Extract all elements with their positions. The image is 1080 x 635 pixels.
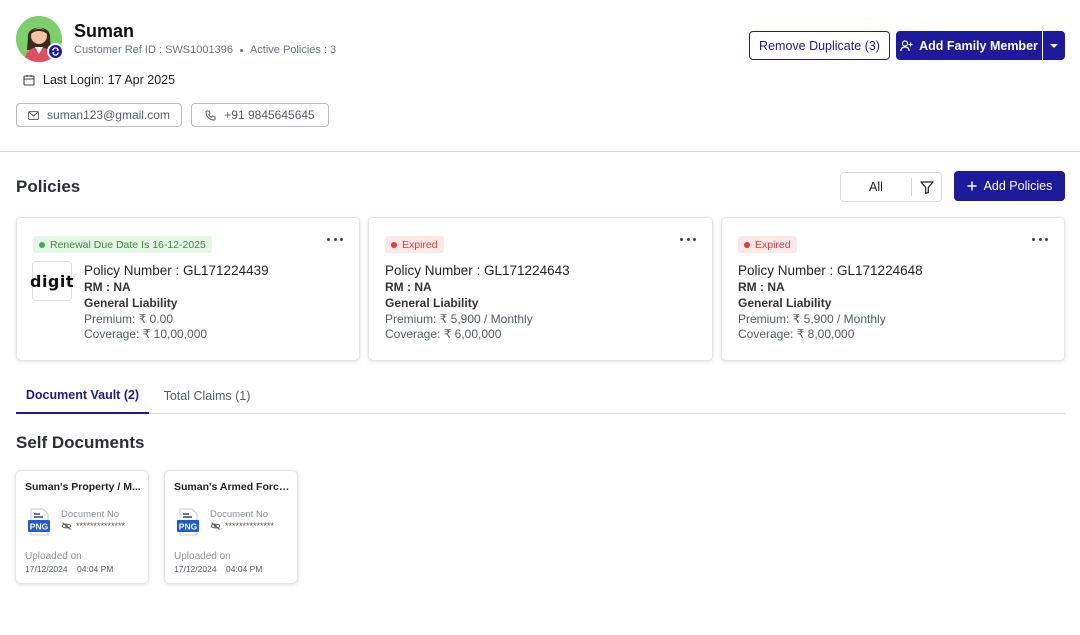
- more-options-icon[interactable]: [680, 234, 696, 244]
- separator-dot: [239, 48, 243, 52]
- eye-off-icon[interactable]: [210, 522, 221, 530]
- png-file-icon: PNG: [28, 508, 50, 536]
- uploaded-date: 17/12/2024: [174, 564, 217, 574]
- policy-filter[interactable]: All: [840, 172, 942, 202]
- policy-number: Policy Number : GL171224439: [84, 263, 269, 278]
- customer-meta: Customer Ref ID : SWS1001396 Active Poli…: [74, 44, 336, 56]
- document-no-value: **************: [61, 521, 125, 531]
- uploaded-date: 17/12/2024: [25, 564, 68, 574]
- policy-type: General Liability: [84, 296, 178, 310]
- document-no-label: Document No: [210, 509, 269, 520]
- uploaded-time: 04:04 PM: [77, 564, 114, 574]
- policy-details: Policy Number : GL171224439 RM : NA Gene…: [84, 263, 269, 342]
- phone-chip[interactable]: +91 9845645645: [191, 103, 329, 127]
- status-badge: Expired: [738, 236, 797, 253]
- file-type-label: PNG: [30, 522, 49, 532]
- policy-card[interactable]: Renewal Due Date Is 16-12-2025 digit Pol…: [16, 217, 360, 361]
- add-family-member-dropdown[interactable]: [1043, 31, 1065, 60]
- phone-value: +91 9845645645: [224, 108, 315, 122]
- status-text: Renewal Due Date Is 16-12-2025: [50, 238, 206, 251]
- add-policies-button[interactable]: Add Policies: [954, 171, 1065, 201]
- uploaded-on-value: 17/12/2024 04:04 PM: [174, 564, 262, 574]
- status-text: Expired: [755, 238, 791, 251]
- file-type-label: PNG: [179, 522, 198, 532]
- self-documents-title: Self Documents: [16, 433, 145, 452]
- policy-premium: Premium: ₹ 0.00: [84, 312, 173, 326]
- document-card[interactable]: Suman's Armed Force ... PNG Document No …: [164, 470, 298, 584]
- add-family-member-label: Add Family Member: [919, 38, 1038, 53]
- calendar-icon: [23, 75, 35, 86]
- uploaded-on-value: 17/12/2024 04:04 PM: [25, 564, 113, 574]
- tab-bar: Document Vault (2) Total Claims (1): [16, 378, 1065, 414]
- header-divider: [0, 151, 1080, 152]
- status-dot: [39, 241, 45, 248]
- insurer-logo: digit: [30, 261, 74, 301]
- uploaded-time: 04:04 PM: [226, 564, 263, 574]
- customer-ref-id: Customer Ref ID : SWS1001396: [74, 44, 233, 56]
- policy-premium: Premium: ₹ 5,900 / Monthly: [738, 312, 886, 326]
- document-no-label: Document No: [61, 509, 120, 520]
- add-family-member-button[interactable]: Add Family Member: [896, 31, 1042, 60]
- status-dot: [391, 241, 397, 248]
- policy-coverage: Coverage: ₹ 6,00,000: [385, 327, 502, 341]
- more-options-icon[interactable]: [327, 234, 343, 244]
- status-badge: Expired: [385, 236, 444, 253]
- filter-select[interactable]: All: [841, 180, 911, 194]
- add-policies-label: Add Policies: [983, 179, 1053, 193]
- document-title: Suman's Property / M...: [25, 481, 141, 493]
- active-policies-count: Active Policies : 3: [249, 44, 337, 56]
- remove-duplicate-button[interactable]: Remove Duplicate (3): [749, 31, 890, 60]
- uploaded-on-label: Uploaded on: [174, 551, 231, 562]
- status-badge: Renewal Due Date Is 16-12-2025: [33, 236, 212, 253]
- tab-total-claims[interactable]: Total Claims (1): [159, 378, 255, 414]
- uploaded-on-label: Uploaded on: [25, 551, 82, 562]
- funnel-icon: [919, 180, 934, 194]
- policy-premium: Premium: ₹ 5,900 / Monthly: [385, 312, 533, 326]
- add-user-icon: [900, 39, 913, 51]
- policy-rm: RM : NA: [84, 280, 131, 294]
- policy-type: General Liability: [738, 296, 832, 310]
- policy-details: Policy Number : GL171224643 RM : NA Gene…: [385, 263, 570, 342]
- policy-coverage: Coverage: ₹ 8,00,000: [738, 327, 855, 341]
- policy-card[interactable]: Expired Policy Number : GL171224648 RM :…: [721, 217, 1065, 361]
- policy-details: Policy Number : GL171224648 RM : NA Gene…: [738, 263, 923, 342]
- customer-name: Suman: [74, 21, 135, 41]
- mail-icon: [28, 110, 39, 120]
- last-login-text: Last Login: 17 Apr 2025: [43, 73, 176, 87]
- policy-rm: RM : NA: [738, 280, 785, 294]
- policy-coverage: Coverage: ₹ 10,00,000: [84, 327, 208, 341]
- status-dot: [744, 241, 750, 248]
- masked-document-no: **************: [225, 521, 275, 531]
- document-title: Suman's Armed Force ...: [174, 481, 290, 493]
- png-file-icon: PNG: [177, 508, 199, 536]
- tab-document-vault[interactable]: Document Vault (2): [16, 378, 149, 414]
- policy-number: Policy Number : GL171224643: [385, 263, 570, 278]
- policies-title: Policies: [16, 177, 81, 196]
- email-value: suman123@gmail.com: [47, 108, 170, 122]
- phone-icon: [205, 110, 216, 121]
- masked-document-no: **************: [76, 521, 126, 531]
- policy-type: General Liability: [385, 296, 479, 310]
- policy-number: Policy Number : GL171224648: [738, 263, 923, 278]
- last-login: Last Login: 17 Apr 2025: [23, 73, 175, 87]
- policy-rm: RM : NA: [385, 280, 432, 294]
- policy-card[interactable]: Expired Policy Number : GL171224643 RM :…: [368, 217, 713, 361]
- email-chip[interactable]: suman123@gmail.com: [16, 103, 182, 127]
- status-text: Expired: [402, 238, 438, 251]
- document-card[interactable]: Suman's Property / M... PNG Document No …: [15, 470, 149, 584]
- sync-icon[interactable]: [47, 43, 64, 60]
- document-no-value: **************: [210, 521, 274, 531]
- eye-off-icon[interactable]: [61, 522, 72, 530]
- filter-button[interactable]: [912, 180, 941, 194]
- more-options-icon[interactable]: [1032, 234, 1048, 244]
- chevron-down-icon: [1050, 43, 1058, 48]
- plus-icon: [967, 181, 977, 191]
